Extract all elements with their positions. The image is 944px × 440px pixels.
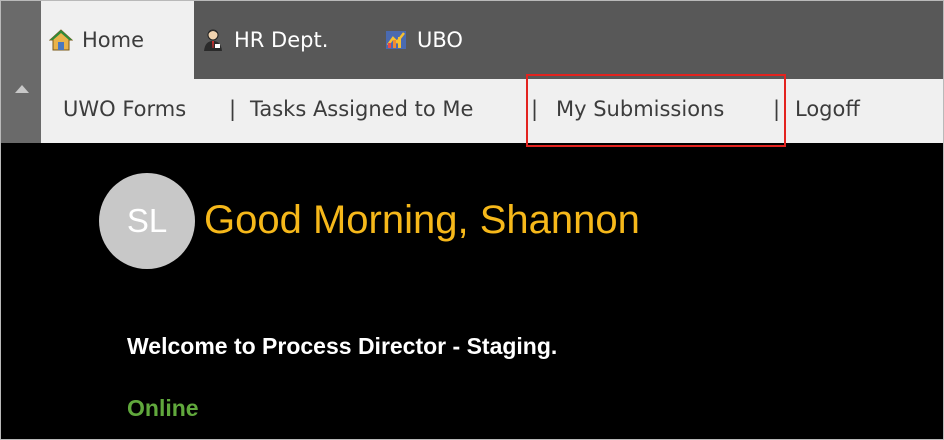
welcome-message: Welcome to Process Director - Staging. [127, 333, 558, 359]
nav-uwo-forms[interactable]: UWO Forms [63, 97, 186, 121]
tab-home[interactable]: Home [41, 1, 194, 79]
tab-hr-dept[interactable]: HR Dept. [201, 1, 328, 79]
collapse-arrow-icon [15, 85, 29, 93]
nav-tasks-assigned[interactable]: Tasks Assigned to Me [250, 97, 473, 121]
hr-person-icon [201, 28, 225, 52]
tab-home-label: Home [82, 28, 145, 52]
collapse-handle[interactable] [1, 1, 41, 143]
nav-separator: | [229, 97, 237, 121]
tab-hr-label: HR Dept. [234, 28, 329, 52]
nav-logoff[interactable]: Logoff [795, 97, 860, 121]
home-icon [48, 28, 74, 52]
greeting-text: Good Morning, Shannon [204, 198, 640, 242]
highlight-box [526, 74, 786, 147]
status-text: Online [127, 395, 199, 421]
sub-navigation: UWO Forms | Tasks Assigned to Me | My Su… [41, 79, 943, 143]
app-window: Home HR Dept. UBO UWO Forms | Tasks Assi… [0, 0, 944, 440]
tab-ubo-label: UBO [417, 28, 463, 52]
tab-ubo[interactable]: UBO [384, 1, 463, 79]
ubo-chart-icon [384, 28, 408, 52]
avatar: SL [99, 173, 195, 269]
